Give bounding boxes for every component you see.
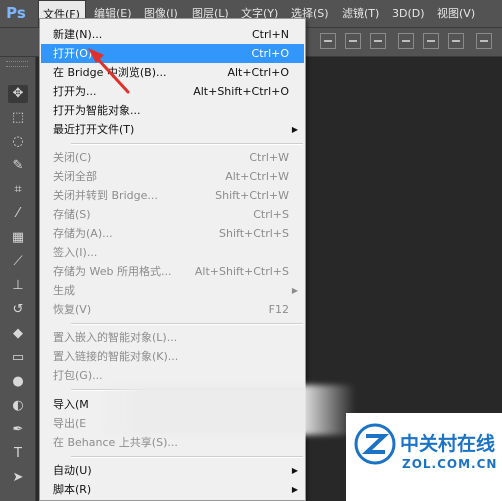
watermark-chinese: 中关村在线 [400, 433, 496, 455]
zol-logo-icon [354, 423, 396, 465]
watermark: 中关村在线 ZOL.COM.CN [346, 413, 502, 501]
watermark-english: ZOL.COM.CN [402, 457, 498, 471]
